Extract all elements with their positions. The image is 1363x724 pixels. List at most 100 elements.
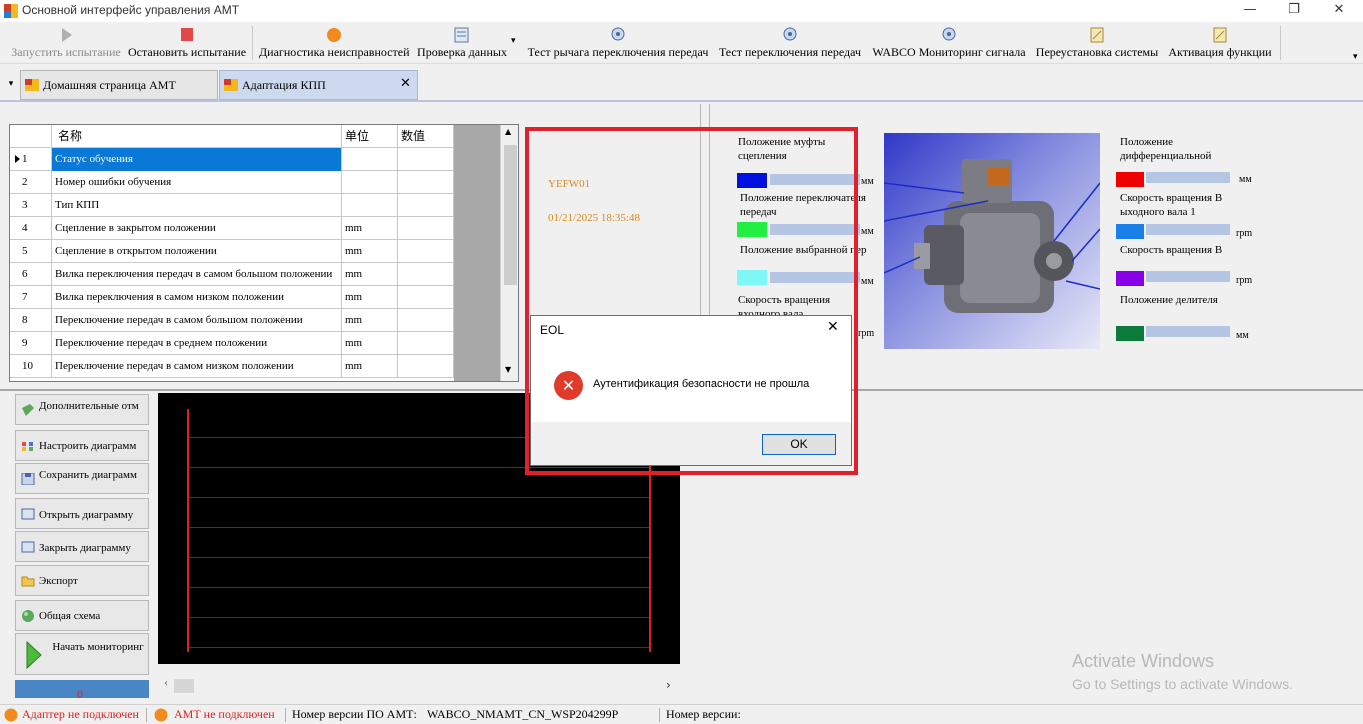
marker-icon	[22, 404, 34, 416]
folder-icon	[21, 576, 35, 587]
row-index: 7	[10, 286, 52, 309]
row-name: Вилка переключения передач в самом больш…	[52, 263, 342, 286]
table-row[interactable]: 1 Статус обучения	[10, 148, 454, 171]
table-row[interactable]: 8 Переключение передач в самом большом по…	[10, 309, 454, 332]
shift-test-label: Тест переключения передач	[718, 45, 862, 59]
scroll-thumb[interactable]	[504, 145, 517, 285]
extra-marks-button[interactable]: Дополнительные отм	[15, 394, 149, 425]
close-window-button[interactable]: ✕	[1316, 0, 1362, 22]
toolbar-overflow-icon[interactable]: ▾	[1353, 52, 1358, 62]
overview-button[interactable]: Общая схема	[15, 600, 149, 631]
scroll-left-icon[interactable]: ‹	[164, 678, 168, 689]
scroll-up-icon[interactable]: ▲	[505, 127, 511, 136]
minimize-button[interactable]: —	[1227, 0, 1273, 22]
row-name: Переключение передач в среднем положении	[52, 332, 342, 355]
tab-adaptation[interactable]: Адаптация КПП ✕	[219, 70, 418, 100]
table-row[interactable]: 4 Сцепление в закрытом положении mm	[10, 217, 454, 240]
tab-home[interactable]: Домашняя страница AMT	[20, 70, 218, 100]
diagnostics-button[interactable]: Диагностика неисправностей	[259, 24, 410, 62]
ok-button[interactable]: OK	[762, 434, 836, 455]
data-check-label: Проверка данных	[417, 45, 507, 59]
stop-test-button[interactable]: Остановить испытание	[128, 24, 246, 62]
start-test-label: Запустить испытание	[11, 45, 121, 59]
row-value[interactable]	[398, 240, 454, 263]
open-chart-icon	[21, 508, 35, 520]
open-chart-label: Открыть диаграмму	[39, 509, 134, 521]
play-icon	[62, 28, 72, 42]
chart-hscroll-thumb[interactable]	[174, 679, 194, 693]
table-row[interactable]: 3 Тип КПП	[10, 194, 454, 217]
scroll-down-icon[interactable]: ▼	[505, 365, 511, 374]
header-name[interactable]: 名称	[52, 125, 342, 148]
row-value[interactable]	[398, 309, 454, 332]
lever-test-label: Тест рычага переключения передач	[527, 45, 709, 59]
row-index: 10	[10, 355, 52, 378]
clutch-unit: мм	[861, 176, 874, 187]
row-value[interactable]	[398, 286, 454, 309]
row-value[interactable]	[398, 171, 454, 194]
table-row[interactable]: 6 Вилка переключения передач в самом боль…	[10, 263, 454, 286]
table-row[interactable]: 7 Вилка переключения в самом низком полож…	[10, 286, 454, 309]
row-unit: mm	[342, 355, 398, 378]
row-name: Вилка переключения в самом низком положе…	[52, 286, 342, 309]
table-scrollbar[interactable]: ▲ ▼	[500, 125, 518, 381]
row-value[interactable]	[398, 194, 454, 217]
row-name: Переключение передач в самом большом пол…	[52, 309, 342, 332]
shift-test-button[interactable]: Тест переключения передач	[717, 24, 863, 62]
amt-status-icon	[154, 708, 168, 722]
stop-icon	[181, 28, 193, 41]
output-speed-2-bar	[1146, 271, 1230, 282]
gear-icon	[783, 27, 797, 41]
input-speed-unit: rpm	[858, 328, 875, 339]
open-chart-button[interactable]: Открыть диаграмму	[15, 498, 149, 529]
row-unit: mm	[342, 263, 398, 286]
row-value[interactable]	[398, 217, 454, 240]
data-check-dropdown-icon[interactable]: ▾	[511, 36, 516, 46]
table-row[interactable]: 2 Номер ошибки обучения	[10, 171, 454, 194]
dialog-close-button[interactable]: ✕	[827, 319, 839, 335]
export-button[interactable]: Экспорт	[15, 565, 149, 596]
start-monitor-label: Начать мониторинг	[52, 641, 144, 653]
config-chart-button[interactable]: Настроить диаграмм	[15, 430, 149, 461]
table-row[interactable]: 10 Переключение передач в самом низком по…	[10, 355, 454, 378]
tab-menu-icon[interactable]: ▾	[5, 74, 17, 94]
tab-close-icon[interactable]: ✕	[400, 76, 411, 91]
row-name: Статус обучения	[52, 148, 342, 171]
output-speed-2-swatch	[1116, 271, 1144, 286]
chart-hscroll[interactable]: ‹ ›	[158, 677, 680, 697]
activate-windows-subtitle: Go to Settings to activate Windows.	[1072, 676, 1293, 692]
reinstall-button[interactable]: Переустановка системы	[1034, 24, 1160, 62]
save-chart-button[interactable]: Сохранить диаграмм	[15, 463, 149, 494]
row-value[interactable]	[398, 355, 454, 378]
sw-version-value: WABCO_NMAMT_CN_WSP204299P	[427, 707, 619, 721]
output-speed-1-label: Скорость вращения В ыходного вала 1	[1120, 192, 1223, 218]
divider-unit: мм	[1236, 330, 1249, 341]
row-unit	[342, 171, 398, 194]
row-name: Переключение передач в самом низком поло…	[52, 355, 342, 378]
gearbox-illustration	[883, 159, 1101, 313]
row-name: Сцепление в открытом положении	[52, 240, 342, 263]
data-check-button[interactable]: Проверка данных	[414, 24, 510, 62]
header-unit[interactable]: 单位	[342, 125, 398, 148]
lever-test-button[interactable]: Тест рычага переключения передач	[525, 24, 711, 62]
row-name: Сцепление в закрытом положении	[52, 217, 342, 240]
scroll-right-icon[interactable]: ›	[666, 678, 671, 692]
tab-strip: ▾ Домашняя страница AMT Адаптация КПП ✕	[0, 66, 1363, 102]
start-monitor-button[interactable]: Начать мониторинг	[15, 633, 149, 675]
reinstall-icon	[1090, 27, 1104, 43]
row-unit: mm	[342, 240, 398, 263]
close-chart-button[interactable]: Закрыть диаграмму	[15, 531, 149, 562]
row-value[interactable]	[398, 148, 454, 171]
restore-button[interactable]: ❐	[1271, 0, 1317, 22]
row-value[interactable]	[398, 332, 454, 355]
activate-function-button[interactable]: Активация функции	[1166, 24, 1274, 62]
table-row[interactable]: 9 Переключение передач в среднем положени…	[10, 332, 454, 355]
title-bar: Основной интерфейс управления AMT — ❐ ✕	[0, 0, 1363, 22]
tab-underline	[0, 100, 1363, 102]
table-row[interactable]: 5 Сцепление в открытом положении mm	[10, 240, 454, 263]
wabco-monitor-button[interactable]: WABCO Мониторинг сигнала	[870, 24, 1028, 62]
row-value[interactable]	[398, 263, 454, 286]
divider-bar	[1146, 326, 1230, 337]
header-value[interactable]: 数值	[398, 125, 454, 148]
start-test-button[interactable]: Запустить испытание	[10, 24, 122, 62]
